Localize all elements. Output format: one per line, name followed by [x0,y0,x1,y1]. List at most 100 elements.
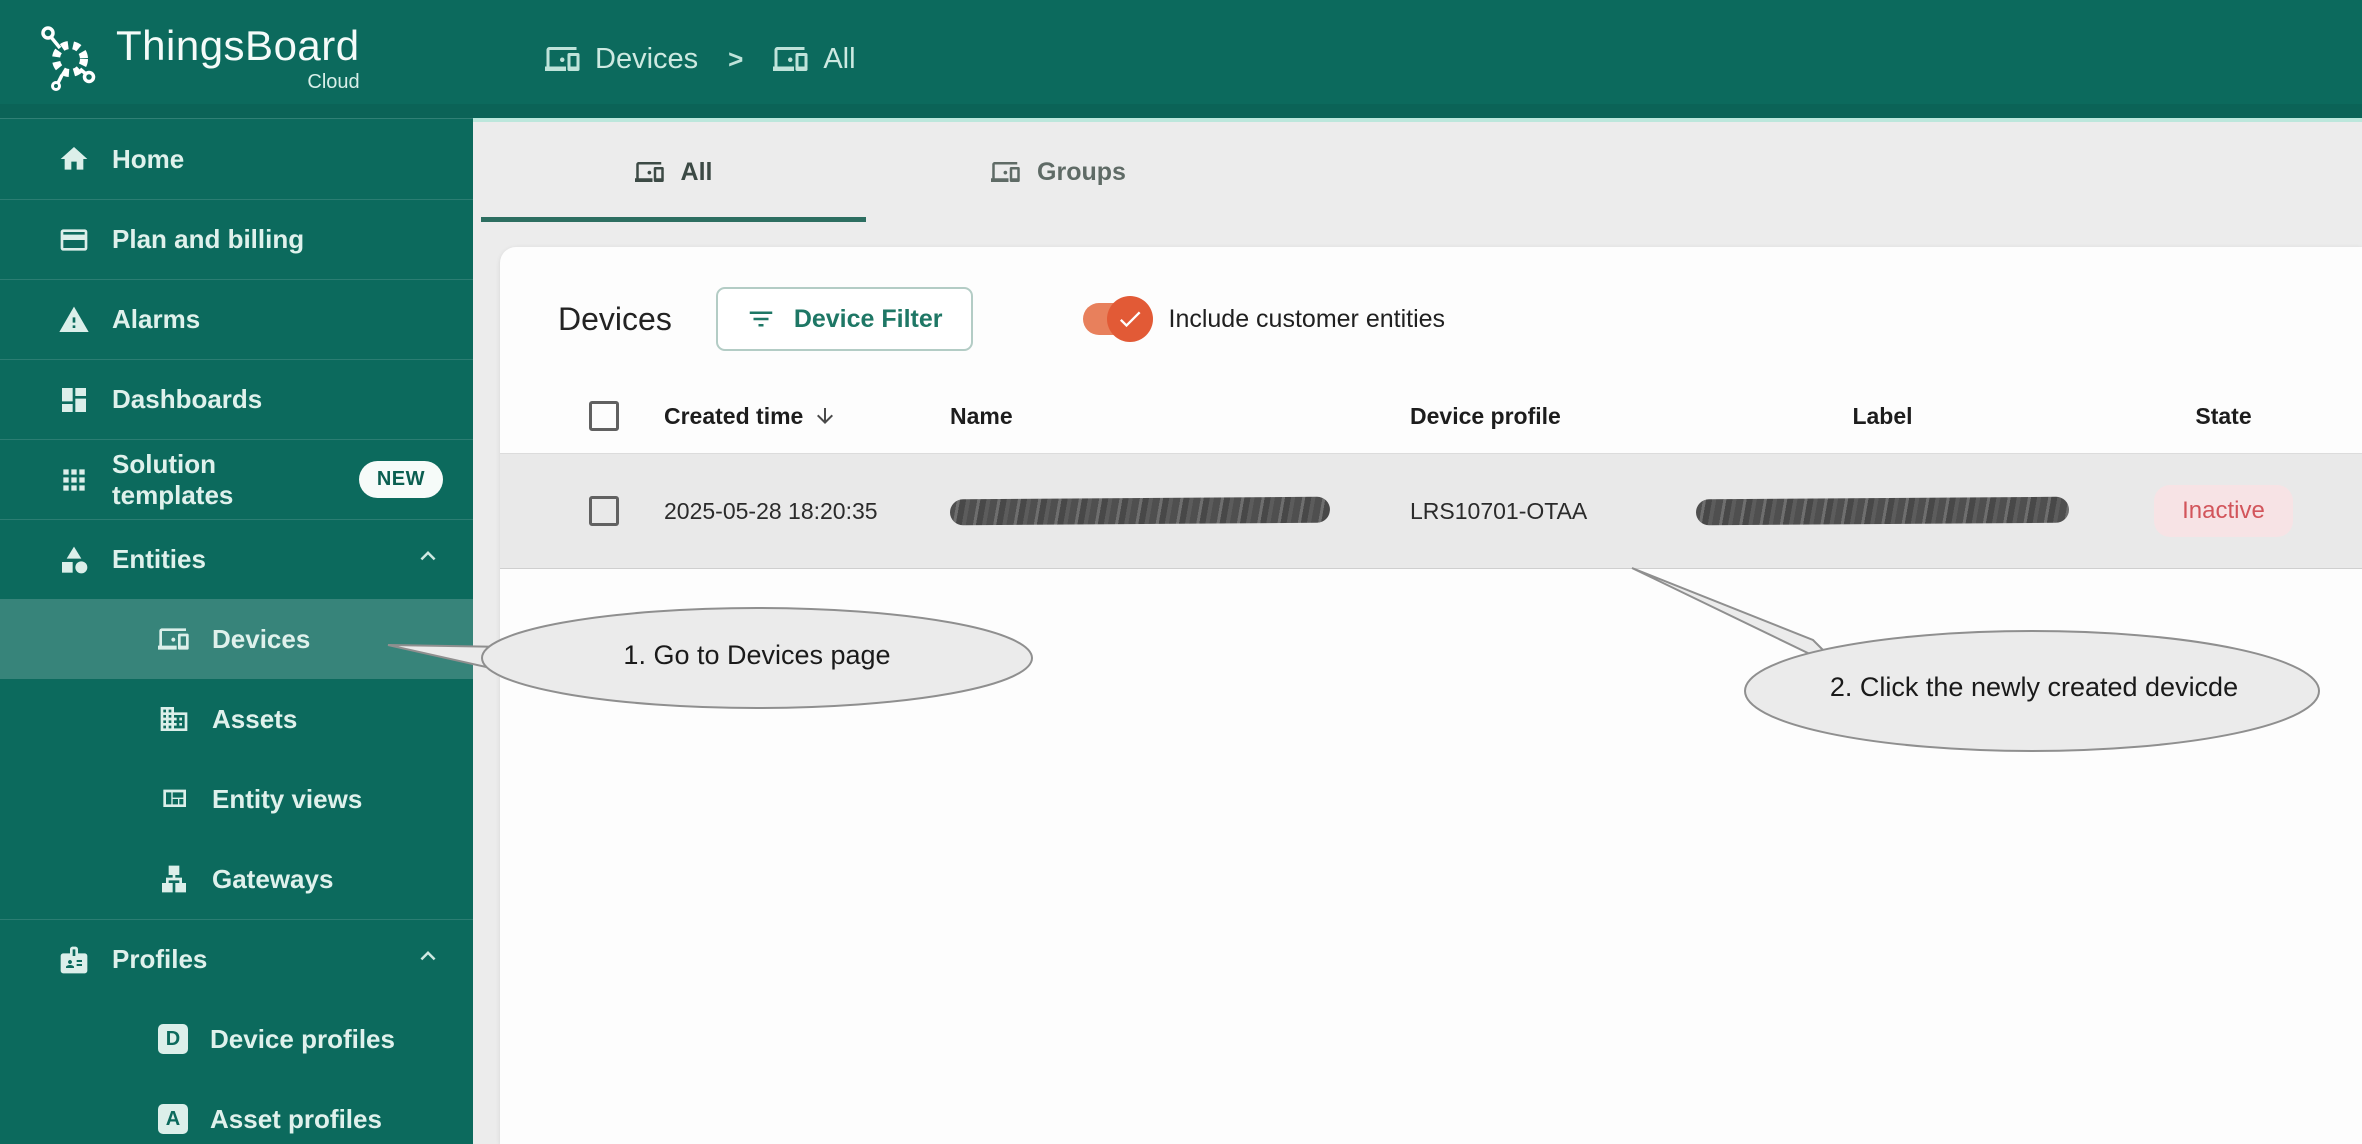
toggle-knob [1106,296,1153,342]
sidebar-item-dashboards[interactable]: Dashboards [0,359,473,439]
content-area: Devices Device Filter Include customer e… [473,222,2362,1144]
view-quilt-icon [163,789,186,807]
sidebar-item-label: Asset profiles [210,1103,382,1134]
breadcrumb-label: Devices [595,42,699,75]
sidebar-item-label: Home [112,143,185,174]
cell-created-time: 2025-05-28 18:20:35 [664,497,878,524]
breadcrumb-separator: > [728,43,744,74]
brand-logo[interactable]: ThingsBoard Cloud [0,22,473,97]
devices-icon [158,628,189,650]
column-label: Device profile [1410,402,1561,429]
main-area: All Groups Devices Device Filter Include… [473,118,2362,1144]
thingsboard-gear-logo-icon [36,22,102,97]
sidebar-item-gateways[interactable]: Gateways [0,839,473,919]
sidebar-item-label: Devices [212,623,311,654]
home-icon [60,147,88,170]
column-label: Created time [664,402,804,429]
new-badge: NEW [358,461,443,498]
tab-label: Groups [1037,157,1126,186]
include-customer-entities-toggle[interactable]: Include customer entities [1082,296,1446,342]
device-filter-button[interactable]: Device Filter [715,287,973,351]
thingsboard-page: ThingsBoard Cloud Devices > All Home Pla… [0,0,2362,1144]
column-label: State [2195,402,2252,429]
breadcrumb: Devices > All [473,41,856,77]
sidebar-item-plan-and-billing[interactable]: Plan and billing [0,199,473,279]
letter-d-box-icon: D [158,1024,188,1054]
column-label: Name [950,402,1013,429]
sidebar-item-profiles[interactable]: Profiles [0,919,473,999]
cell-state: Inactive [2085,485,2362,537]
app-header: ThingsBoard Cloud Devices > All [0,0,2362,118]
column-header-state[interactable]: State [2085,403,2362,430]
chevron-up-icon [413,541,443,578]
tab-bar: All Groups [473,122,2362,222]
sidebar-item-label: Device profiles [210,1023,395,1054]
inactive-status-badge: Inactive [2154,485,2293,537]
column-header-name[interactable]: Name [934,403,1394,430]
dashboard-icon [62,387,86,412]
sidebar-item-label: Gateways [212,863,334,894]
cell-name [934,496,1394,526]
apps-grid-icon [63,468,85,491]
breadcrumb-devices[interactable]: Devices [545,41,698,77]
sidebar-item-alarms[interactable]: Alarms [0,279,473,359]
redacted-name-scribble [950,496,1330,526]
select-all-checkbox[interactable] [589,401,619,431]
check-icon [1119,311,1140,328]
sidebar-item-entity-views[interactable]: Entity views [0,759,473,839]
toggle-label: Include customer entities [1168,304,1446,333]
sidebar: Home Plan and billing Alarms Dashboards … [0,118,473,1144]
badge-icon [60,946,88,973]
devices-icon [773,47,808,71]
category-icon [62,546,88,573]
tab-groups[interactable]: Groups [866,122,1251,222]
sidebar-item-label: Solution templates [112,448,234,510]
sort-arrow-down-icon [817,408,834,424]
chevron-up-icon [413,941,443,978]
tab-all[interactable]: All [481,122,866,222]
cell-device-profile: LRS10701-OTAA [1410,497,1588,524]
sidebar-item-label: Profiles [112,944,208,974]
devices-card: Devices Device Filter Include customer e… [500,247,2362,1144]
breadcrumb-all[interactable]: All [773,41,856,77]
table-header-row: Created time Name Device profile Label S… [500,379,2362,453]
column-header-device-profile[interactable]: Device profile [1394,403,1680,430]
devices-icon [991,162,1020,182]
sidebar-item-label: Entity views [212,783,363,814]
sidebar-item-label: Assets [212,703,298,734]
sidebar-item-entities[interactable]: Entities [0,519,473,599]
sidebar-item-device-profiles[interactable]: D Device profiles [0,999,473,1079]
letter-a-box-icon: A [158,1104,188,1134]
warning-icon [59,306,89,332]
sidebar-item-label: Dashboards [112,384,263,414]
column-header-created-time[interactable]: Created time [648,403,934,430]
credit-card-icon [60,228,88,251]
sidebar-item-assets[interactable]: Assets [0,679,473,759]
device-table-row[interactable]: 2025-05-28 18:20:35 LRS10701-OTAA Inacti… [500,453,2362,569]
toggle-switch[interactable] [1082,296,1153,342]
sidebar-item-home[interactable]: Home [0,119,473,199]
row-checkbox[interactable] [589,496,619,526]
sidebar-item-asset-profiles[interactable]: A Asset profiles [0,1079,473,1144]
devices-icon [545,47,580,71]
sidebar-item-label: Entities [112,544,206,574]
filter-button-label: Device Filter [793,304,943,333]
devices-icon [634,162,664,182]
sidebar-item-solution-templates[interactable]: Solution templates NEW [0,439,473,519]
sidebar-item-devices[interactable]: Devices [0,599,473,679]
cell-label [1680,496,2085,526]
breadcrumb-label: All [823,42,856,75]
devices-toolbar: Devices Device Filter Include customer e… [500,247,2362,379]
page-title: Devices [558,300,672,337]
brand-subtitle: Cloud [307,70,360,93]
sidebar-item-label: Plan and billing [112,224,305,254]
redacted-label-scribble [1696,496,2069,526]
column-header-label[interactable]: Label [1680,403,2085,430]
lan-icon [162,865,186,893]
sidebar-item-label: Alarms [112,304,201,334]
building-icon [160,707,188,731]
brand-name: ThingsBoard [116,22,360,70]
tab-label: All [680,157,713,186]
column-label: Label [1852,402,1913,429]
filter-list-icon [749,311,773,327]
